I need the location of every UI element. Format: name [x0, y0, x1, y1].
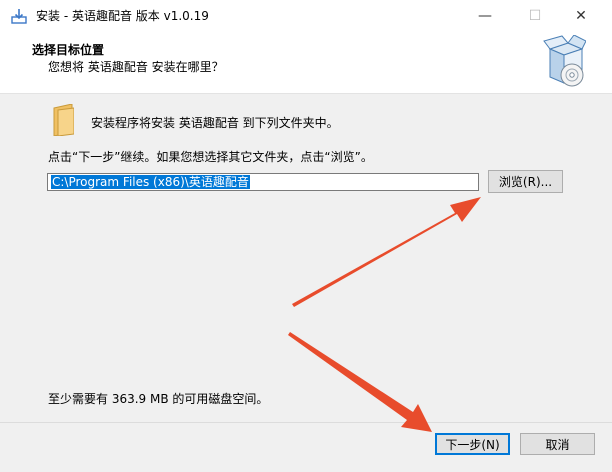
- install-path-value: C:\Program Files (x86)\英语趣配音: [51, 175, 250, 189]
- browse-button[interactable]: 浏览(R)...: [488, 170, 563, 193]
- minimize-icon: —: [478, 7, 492, 24]
- maximize-button[interactable]: ☐: [512, 0, 558, 31]
- wizard-footer: 下一步(N) 取消: [0, 422, 612, 472]
- install-destination-text: 安装程序将安装 英语趣配音 到下列文件夹中。: [91, 116, 339, 130]
- close-button[interactable]: ✕: [558, 0, 604, 31]
- software-box-cd-icon: [543, 35, 586, 87]
- next-button[interactable]: 下一步(N): [435, 433, 510, 455]
- wizard-header: 选择目标位置 您想将 英语趣配音 安装在哪里？: [0, 31, 612, 94]
- cancel-button[interactable]: 取消: [520, 433, 595, 455]
- folder-icon: [53, 104, 74, 136]
- page-subtitle: 您想将 英语趣配音 安装在哪里？: [48, 60, 224, 74]
- title-bar: 安装 - 英语趣配音 版本 v1.0.19 — ☐ ✕: [0, 0, 612, 31]
- maximize-icon: ☐: [528, 7, 542, 24]
- window-title: 安装 - 英语趣配音 版本 v1.0.19: [36, 9, 209, 23]
- close-icon: ✕: [575, 7, 587, 24]
- installer-icon: [11, 9, 27, 24]
- instruction-text: 点击“下一步”继续。如果您想选择其它文件夹，点击“浏览”。: [48, 150, 373, 164]
- page-title: 选择目标位置: [32, 43, 105, 57]
- wizard-content: 安装程序将安装 英语趣配音 到下列文件夹中。 点击“下一步”继续。如果您想选择其…: [0, 94, 612, 422]
- install-path-input[interactable]: C:\Program Files (x86)\英语趣配音: [47, 173, 479, 191]
- minimize-button[interactable]: —: [462, 0, 508, 31]
- disk-space-text: 至少需要有 363.9 MB 的可用磁盘空间。: [48, 392, 269, 406]
